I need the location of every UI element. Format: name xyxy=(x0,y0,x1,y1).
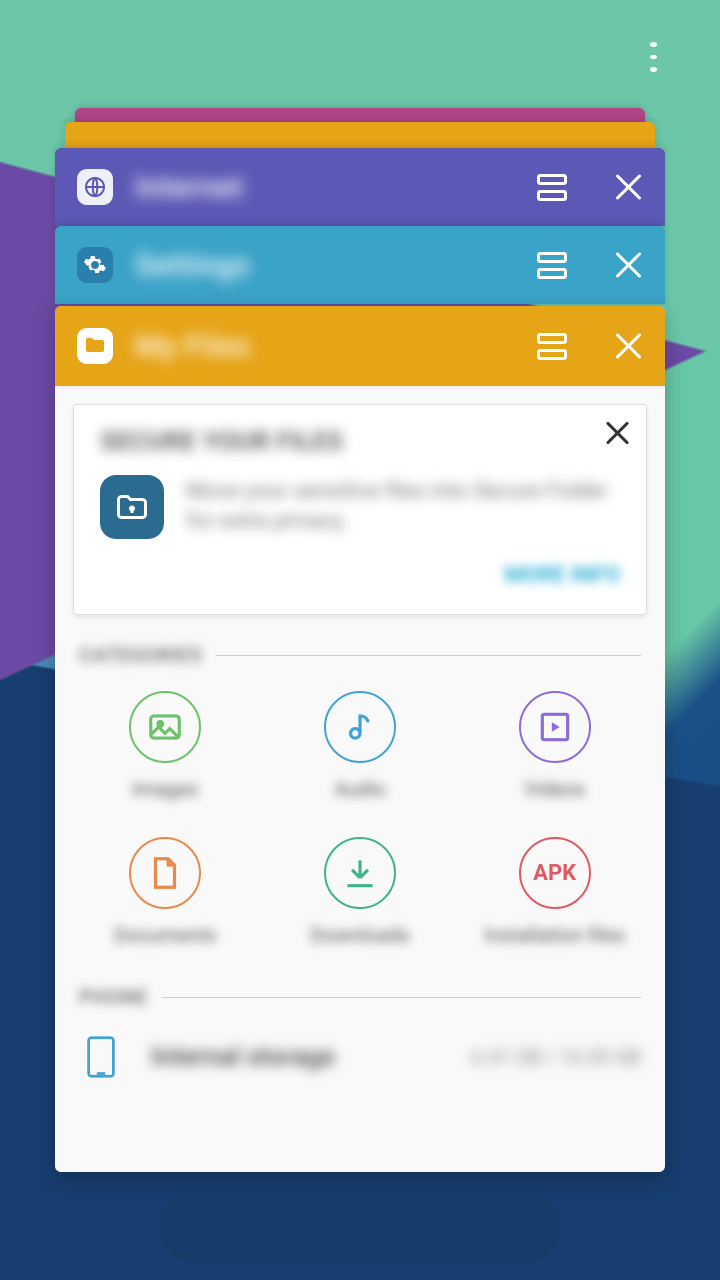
recent-card-title: My Files xyxy=(135,329,251,364)
recent-card-title: Settings xyxy=(135,248,250,283)
close-all-label: CLOSE ALL xyxy=(300,1213,421,1241)
overflow-menu-button[interactable] xyxy=(638,42,668,72)
recent-card-myfiles[interactable]: My Files SECURE YOUR FILES Move your sen… xyxy=(55,306,665,1172)
category-apk[interactable]: APK Installation files xyxy=(462,837,647,947)
category-label: Installation files xyxy=(484,923,625,947)
category-label: Videos xyxy=(524,777,585,801)
secure-files-title: SECURE YOUR FILES xyxy=(100,427,620,457)
category-images[interactable]: Images xyxy=(73,691,258,801)
close-card-button[interactable] xyxy=(613,331,643,361)
film-icon xyxy=(519,691,591,763)
category-label: Images xyxy=(132,777,198,801)
category-audio[interactable]: Audio xyxy=(268,691,453,801)
document-icon xyxy=(129,837,201,909)
category-documents[interactable]: Documents xyxy=(73,837,258,947)
phone-icon xyxy=(79,1035,123,1079)
category-downloads[interactable]: Downloads xyxy=(268,837,453,947)
recent-card-settings[interactable]: Settings xyxy=(55,226,665,304)
close-all-button[interactable]: CLOSE ALL xyxy=(160,1192,560,1262)
recent-card-title: Internet xyxy=(135,170,244,205)
close-card-button[interactable] xyxy=(613,250,643,280)
split-screen-button[interactable] xyxy=(537,172,567,202)
storage-value: 6.41 GB / 16.00 GB xyxy=(472,1045,642,1069)
section-phone: PHONE xyxy=(79,985,641,1009)
internal-storage-row[interactable]: Internal storage 6.41 GB / 16.00 GB xyxy=(73,1027,647,1087)
category-videos[interactable]: Videos xyxy=(462,691,647,801)
category-label: Audio xyxy=(334,777,386,801)
more-info-link[interactable]: MORE INFO xyxy=(100,563,620,588)
split-screen-button[interactable] xyxy=(537,331,567,361)
categories-grid: Images Audio Videos Documents xyxy=(73,685,647,957)
close-card-button[interactable] xyxy=(613,172,643,202)
category-label: Documents xyxy=(114,923,216,947)
image-icon xyxy=(129,691,201,763)
apk-icon: APK xyxy=(519,837,591,909)
globe-icon xyxy=(77,169,113,205)
myfiles-body: SECURE YOUR FILES Move your sensitive fi… xyxy=(55,386,665,1172)
recent-card-internet[interactable]: Internet xyxy=(55,148,665,226)
secure-files-card: SECURE YOUR FILES Move your sensitive fi… xyxy=(73,404,647,615)
secure-files-desc: Move your sensitive files into Secure Fo… xyxy=(186,477,620,537)
split-screen-button[interactable] xyxy=(537,250,567,280)
recent-card-header: My Files xyxy=(55,306,665,386)
gear-icon xyxy=(77,247,113,283)
section-categories: CATEGORIES xyxy=(79,643,641,667)
music-note-icon xyxy=(324,691,396,763)
download-icon xyxy=(324,837,396,909)
storage-name: Internal storage xyxy=(151,1042,335,1072)
secure-folder-icon xyxy=(100,475,164,539)
folder-icon xyxy=(77,328,113,364)
category-label: Downloads xyxy=(310,923,409,947)
